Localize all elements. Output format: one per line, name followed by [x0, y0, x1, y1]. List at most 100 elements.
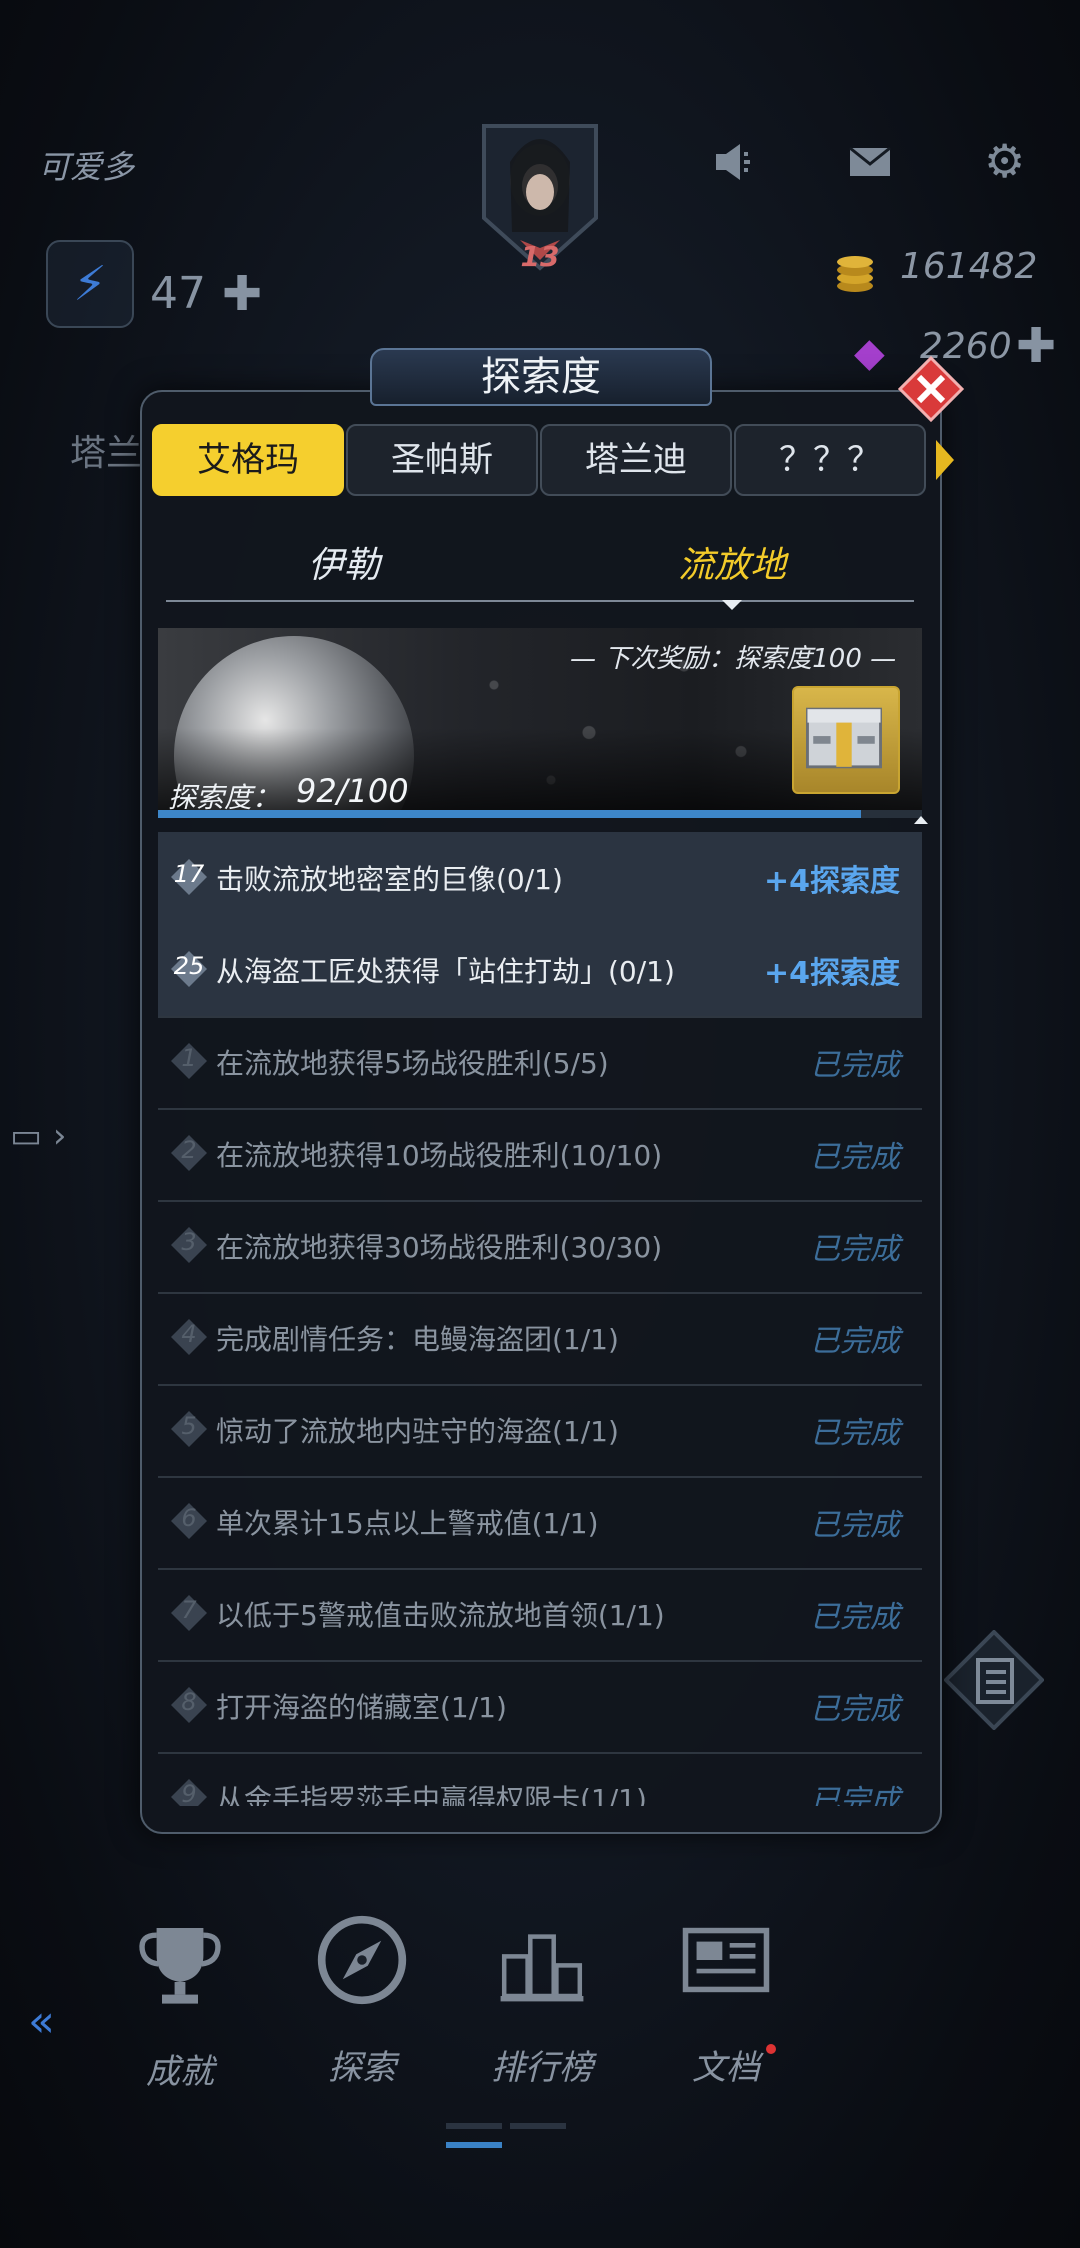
- task-number: 9: [181, 1780, 197, 1806]
- reward-crate-icon[interactable]: [792, 686, 900, 794]
- task-number: 8: [181, 1688, 197, 1716]
- subtab-exile[interactable]: 流放地: [632, 536, 832, 588]
- task-row[interactable]: 1 在流放地获得5场战役胜利(5/5) 已完成: [158, 1016, 922, 1110]
- task-status: 已完成: [810, 1692, 900, 1727]
- nav-label-achievements: 成就: [146, 2052, 214, 2092]
- trophy-icon: [100, 1914, 260, 2014]
- nav-documents[interactable]: 文档: [646, 1910, 806, 2089]
- notification-dot: [766, 2044, 776, 2054]
- task-status: 已完成: [810, 1048, 900, 1083]
- task-number: 5: [181, 1412, 197, 1440]
- lightning-icon: ⚡: [73, 256, 107, 312]
- task-number: 17: [173, 860, 205, 888]
- task-row[interactable]: 6 单次累计15点以上警戒值(1/1) 已完成: [158, 1476, 922, 1570]
- task-status: 已完成: [810, 1600, 900, 1635]
- explore-progress-bar: [158, 810, 922, 818]
- mail-icon[interactable]: [848, 144, 892, 180]
- gem-icon: ◆: [854, 330, 885, 376]
- task-number: 3: [181, 1228, 197, 1256]
- speaker-icon[interactable]: [712, 140, 756, 184]
- chat-icon[interactable]: ▭ ›: [10, 1116, 67, 1156]
- nav-label-documents: 文档: [692, 2048, 760, 2088]
- close-button[interactable]: [897, 355, 965, 423]
- task-row[interactable]: 17 击败流放地密室的巨像(0/1) +4探索度: [158, 832, 922, 926]
- next-reward-label: — 下次奖励：探索度100 —: [570, 644, 897, 674]
- task-text: 打开海盗的储藏室(1/1): [216, 1691, 507, 1724]
- explore-value: 92/100: [296, 772, 409, 810]
- task-list[interactable]: 17 击败流放地密室的巨像(0/1) +4探索度 25 从海盗工匠处获得「站住打劫」(0…: [158, 832, 922, 1806]
- page-dot: [510, 2123, 566, 2129]
- checklist-icon[interactable]: [943, 1629, 1045, 1731]
- tab-unknown[interactable]: ？？？: [734, 424, 926, 496]
- add-energy-icon[interactable]: ✚: [222, 266, 262, 322]
- task-status: 已完成: [810, 1508, 900, 1543]
- podium-icon: [462, 1910, 622, 2010]
- task-status: 已完成: [810, 1232, 900, 1267]
- tab-talandi[interactable]: 塔兰迪: [540, 424, 732, 496]
- task-number: 4: [181, 1320, 197, 1348]
- task-status: 已完成: [810, 1416, 900, 1451]
- task-text: 在流放地获得30场战役胜利(30/30): [216, 1231, 663, 1264]
- explore-progress-fill: [158, 810, 861, 818]
- compass-icon: [282, 1910, 442, 2010]
- task-status: 已完成: [810, 1324, 900, 1359]
- task-reward: +4探索度: [763, 956, 900, 991]
- task-number: 7: [181, 1596, 197, 1624]
- modal-title: 探索度: [370, 348, 712, 406]
- subtab-active-marker: [722, 600, 742, 610]
- task-text: 以低于5警戒值击败流放地首领(1/1): [216, 1599, 665, 1632]
- gear-icon[interactable]: ⚙: [984, 134, 1025, 188]
- task-status: 已完成: [810, 1140, 900, 1175]
- task-number: 1: [181, 1044, 197, 1072]
- page-indicator: [446, 2114, 636, 2148]
- back-arrow-icon[interactable]: «: [28, 1996, 55, 2047]
- page-dot-active: [446, 2142, 502, 2148]
- tabs-next-arrow-icon[interactable]: [936, 440, 954, 480]
- task-text: 惊动了流放地内驻守的海盗(1/1): [216, 1415, 619, 1448]
- exploration-banner: — 下次奖励：探索度100 — 探索度： 92/100: [158, 628, 922, 818]
- task-number: 25: [173, 952, 205, 980]
- task-row[interactable]: 25 从海盗工匠处获得「站住打劫」(0/1) +4探索度: [158, 924, 922, 1018]
- task-text: 从海盗工匠处获得「站住打劫」(0/1): [216, 955, 675, 988]
- task-reward: +4探索度: [763, 864, 900, 899]
- progress-end-marker: [914, 816, 928, 824]
- energy-value: 47: [150, 268, 206, 319]
- task-row[interactable]: 3 在流放地获得30场战役胜利(30/30) 已完成: [158, 1200, 922, 1294]
- task-text: 完成剧情任务：电鳗海盗团(1/1): [216, 1323, 619, 1356]
- newspaper-icon: [646, 1910, 806, 2010]
- page-dot: [446, 2123, 502, 2129]
- player-level: 13: [520, 240, 560, 273]
- task-row[interactable]: 4 完成剧情任务：电鳗海盗团(1/1) 已完成: [158, 1292, 922, 1386]
- task-text: 在流放地获得5场战役胜利(5/5): [216, 1047, 609, 1080]
- region-tabs: 艾格玛 圣帕斯 塔兰迪 ？？？: [150, 424, 930, 496]
- bottom-nav: 成就 探索 排行榜 文档: [0, 1900, 1080, 2150]
- tab-agma[interactable]: 艾格玛: [152, 424, 344, 496]
- nav-leaderboard[interactable]: 排行榜: [462, 1910, 622, 2089]
- task-text: 在流放地获得10场战役胜利(10/10): [216, 1139, 663, 1172]
- gold-coin-icon: [830, 250, 880, 294]
- task-text: 击败流放地密室的巨像(0/1): [216, 863, 563, 896]
- task-row[interactable]: 8 打开海盗的储藏室(1/1) 已完成: [158, 1660, 922, 1754]
- task-status: 已完成: [810, 1784, 900, 1806]
- subtab-yile[interactable]: 伊勒: [244, 536, 444, 588]
- background-location-label: 塔兰: [70, 433, 143, 474]
- add-gem-icon[interactable]: ✚: [1016, 318, 1056, 374]
- task-row[interactable]: 9 从金手指罗莎手中赢得权限卡(1/1) 已完成: [158, 1752, 922, 1806]
- nav-label-leaderboard: 排行榜: [491, 2048, 593, 2088]
- task-row[interactable]: 5 惊动了流放地内驻守的海盗(1/1) 已完成: [158, 1384, 922, 1478]
- player-name: 可爱多: [38, 148, 135, 186]
- tab-shengpasi[interactable]: 圣帕斯: [346, 424, 538, 496]
- energy-box[interactable]: ⚡: [46, 240, 134, 328]
- subtab-divider: [166, 600, 914, 602]
- task-row[interactable]: 2 在流放地获得10场战役胜利(10/10) 已完成: [158, 1108, 922, 1202]
- gold-value: 161482: [900, 246, 1038, 287]
- nav-label-explore: 探索: [328, 2048, 396, 2088]
- task-number: 6: [181, 1504, 197, 1532]
- task-text: 从金手指罗莎手中赢得权限卡(1/1): [216, 1783, 647, 1806]
- task-row[interactable]: 7 以低于5警戒值击败流放地首领(1/1) 已完成: [158, 1568, 922, 1662]
- task-text: 单次累计15点以上警戒值(1/1): [216, 1507, 599, 1540]
- nav-explore[interactable]: 探索: [282, 1910, 442, 2089]
- close-icon: [897, 355, 965, 423]
- nav-achievements[interactable]: 成就: [100, 1914, 260, 2093]
- task-number: 2: [181, 1136, 197, 1164]
